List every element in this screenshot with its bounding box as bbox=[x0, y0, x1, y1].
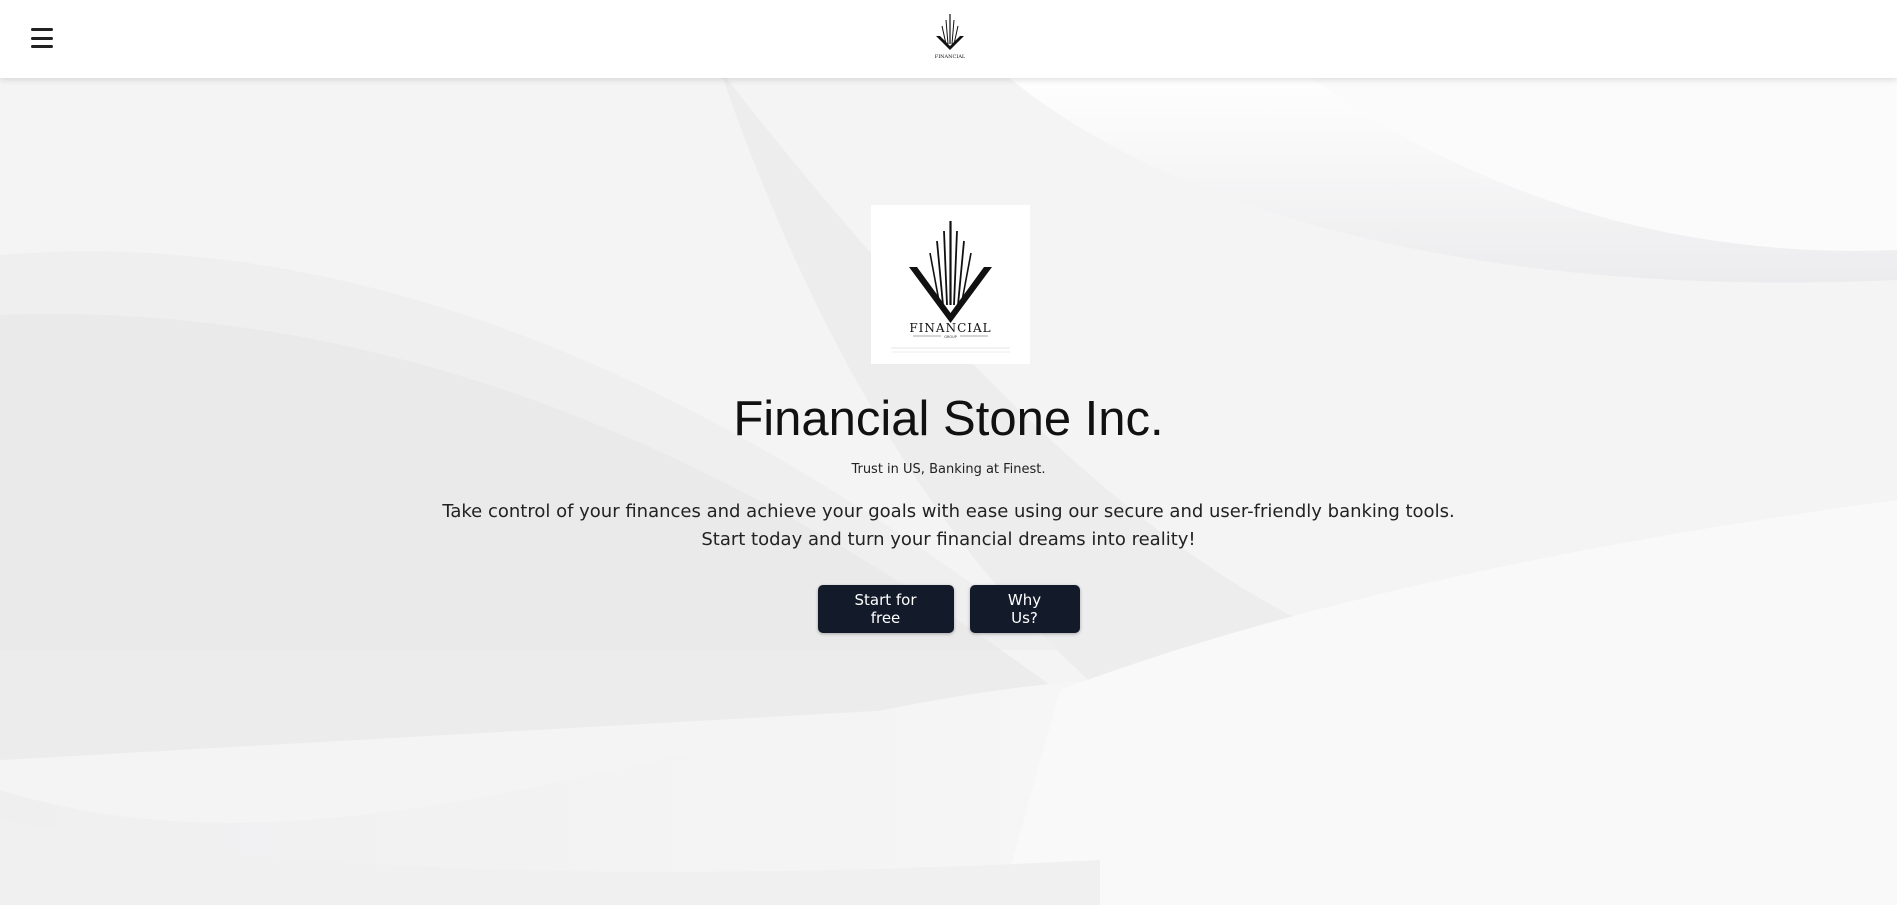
header-logo[interactable]: FINANCIAL bbox=[928, 10, 972, 66]
hero-logo-subtext: GROUP bbox=[944, 335, 957, 339]
hero-description-line: Take control of your finances and achiev… bbox=[442, 501, 1455, 522]
background-waves bbox=[0, 0, 1897, 905]
landing-page: FINANCIAL FINANCIAL GROUP Financial Ston bbox=[0, 0, 1897, 905]
hero-logo: FINANCIAL GROUP bbox=[871, 205, 1030, 364]
menu-bar bbox=[31, 45, 53, 48]
page-title: Financial Stone Inc. bbox=[733, 392, 1164, 446]
top-navbar: FINANCIAL bbox=[0, 0, 1897, 78]
financial-logo-icon: FINANCIAL GROUP bbox=[891, 221, 1010, 353]
start-for-free-button[interactable]: Start for free bbox=[817, 585, 954, 633]
hero-actions: Start for free Why Us? bbox=[0, 585, 1897, 633]
hero-description-line: Start today and turn your financial drea… bbox=[701, 529, 1196, 550]
hero-logo-text: FINANCIAL bbox=[909, 321, 991, 335]
hamburger-menu-icon[interactable] bbox=[30, 26, 54, 50]
menu-bar bbox=[31, 36, 53, 40]
hero-description: Take control of your finances and achiev… bbox=[0, 498, 1897, 554]
why-us-button[interactable]: Why Us? bbox=[969, 585, 1080, 633]
header-logo-text: FINANCIAL bbox=[935, 54, 966, 60]
tagline: Trust in US, Banking at Finest. bbox=[851, 462, 1046, 477]
menu-bar bbox=[31, 28, 53, 31]
